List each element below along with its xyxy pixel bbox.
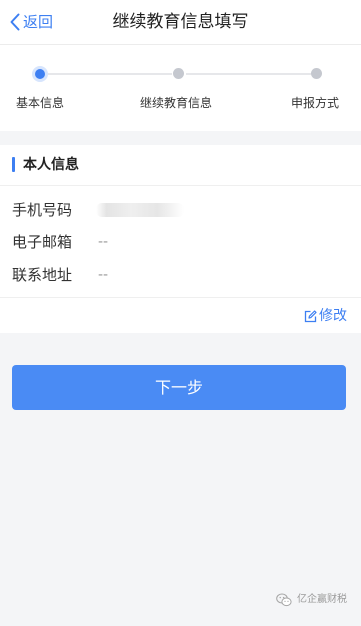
step-connector bbox=[186, 73, 311, 75]
page-title: 继续教育信息填写 bbox=[112, 12, 249, 32]
email-label: 电子邮箱 bbox=[12, 233, 73, 251]
step-connector bbox=[48, 73, 172, 75]
phone-label: 手机号码 bbox=[12, 201, 73, 219]
info-row-address: 联系地址 -- bbox=[12, 264, 342, 286]
step-label-education-info: 继续教育信息 bbox=[140, 96, 213, 110]
personal-info-card: 本人信息 手机号码 电子邮箱 -- 联系地址 -- 修改 bbox=[0, 145, 361, 333]
next-step-button[interactable]: 下一步 bbox=[12, 365, 346, 410]
section-accent-bar bbox=[12, 157, 15, 172]
phone-value-redacted bbox=[96, 203, 184, 217]
step-dot-active bbox=[32, 66, 48, 82]
progress-steps: 基本信息 继续教育信息 申报方式 bbox=[0, 45, 361, 131]
watermark: 亿企赢财税 bbox=[276, 592, 347, 608]
edit-icon bbox=[304, 309, 319, 323]
wechat-icon bbox=[276, 593, 297, 607]
step-label-basic-info: 基本信息 bbox=[16, 96, 65, 110]
section-title: 本人信息 bbox=[23, 157, 79, 173]
step-dot bbox=[311, 68, 322, 79]
watermark-text: 亿企赢财税 bbox=[297, 594, 347, 605]
info-row-phone: 手机号码 bbox=[12, 199, 342, 221]
info-row-email: 电子邮箱 -- bbox=[12, 231, 342, 253]
top-nav-bar: 返回 继续教育信息填写 bbox=[0, 0, 361, 45]
card-footer: 修改 bbox=[0, 297, 361, 334]
address-value: -- bbox=[98, 267, 109, 283]
address-label: 联系地址 bbox=[12, 266, 73, 284]
edit-label: 修改 bbox=[319, 308, 347, 324]
edit-button[interactable]: 修改 bbox=[304, 306, 347, 326]
section-header: 本人信息 bbox=[0, 145, 361, 186]
email-value: -- bbox=[98, 234, 109, 250]
step-label-declaration-method: 申报方式 bbox=[291, 96, 340, 110]
step-dot bbox=[173, 68, 184, 79]
